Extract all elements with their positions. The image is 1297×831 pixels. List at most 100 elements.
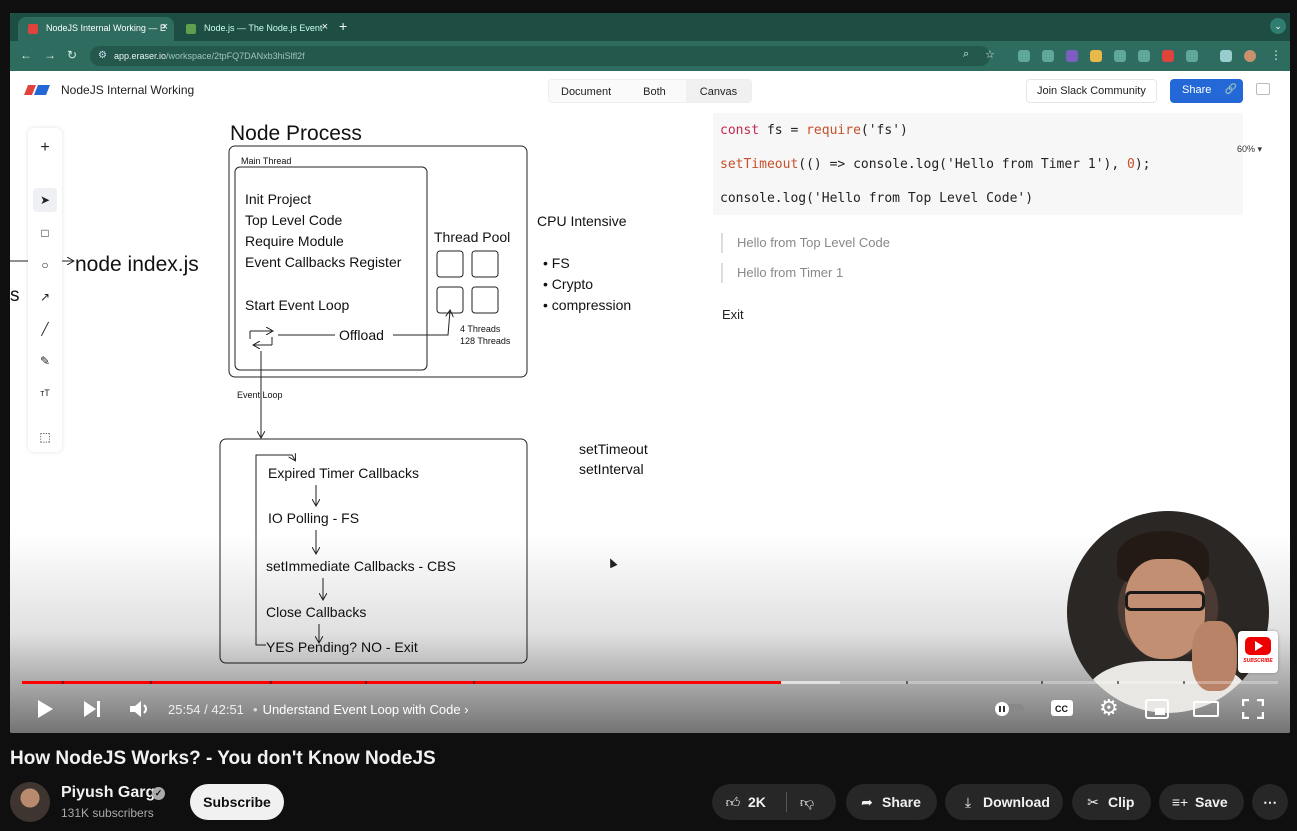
share-button[interactable]: ➦ Share (846, 784, 937, 820)
event-loop-phase: IO Polling - FS (268, 510, 359, 526)
comment-icon (1256, 83, 1270, 95)
puzzle-icon (1186, 50, 1198, 62)
event-loop-phase: setImmediate Callbacks - CBS (266, 558, 456, 574)
like-button[interactable]: 👍︎ 2K (724, 784, 766, 820)
download-button[interactable]: ⤓ Download (945, 784, 1063, 820)
code-text: (() => console.log('Hello from Timer 1')… (798, 157, 1128, 172)
chapter-title-button[interactable]: • Understand Event Loop with Code › (253, 702, 469, 717)
save-label: Save (1195, 794, 1228, 810)
join-slack-button: Join Slack Community (1026, 79, 1157, 103)
autoplay-toggle[interactable] (992, 701, 1026, 717)
main-thread-step: Event Callbacks Register (245, 254, 402, 270)
browser-tab-active: NodeJS Internal Working — E × (18, 17, 174, 41)
cut-off-text: s (10, 285, 20, 306)
back-icon: ← (20, 48, 32, 62)
code-keyword: const (720, 123, 760, 138)
clip-button[interactable]: ✂ Clip (1072, 784, 1151, 820)
chapter-marker (150, 681, 152, 684)
watermark-label: SUBSCRIBE (1243, 658, 1273, 664)
thread-box (471, 286, 499, 314)
video-player[interactable]: NodeJS Internal Working — E × Node.js — … (10, 13, 1290, 733)
kebab-menu-icon: ⋮ (1270, 48, 1282, 62)
close-icon: × (321, 21, 328, 33)
miniplayer-button[interactable] (1145, 699, 1169, 719)
code-line: const fs = require('fs') (720, 123, 908, 138)
chapter-marker (1183, 681, 1185, 684)
event-loop-phase: YES Pending? NO - Exit (266, 639, 418, 655)
main-thread-step: Top Level Code (245, 212, 343, 228)
profile-avatar-icon (1244, 50, 1256, 62)
view-mode-toggle: Document Both Canvas (548, 79, 753, 103)
thread-box (471, 250, 499, 278)
timer-note: setInterval (579, 461, 644, 477)
svg-text:CC: CC (1055, 704, 1068, 714)
time-display: 25:54 / 42:51 (168, 702, 244, 717)
zoom-value: 60% (1237, 144, 1256, 154)
rectangle-icon: □ (41, 226, 49, 240)
threads-max-label: 128 Threads (460, 336, 511, 346)
theater-mode-button[interactable] (1193, 701, 1219, 717)
browser-address-bar: ← → ↻ ⚙ app.eraser.io/workspace/2tpFQ7DA… (10, 41, 1290, 71)
forward-icon: → (44, 48, 56, 62)
eraser-canvas: Node Process Main Thread Init Project To… (10, 109, 710, 733)
webcam-glasses (1125, 591, 1205, 611)
settings-button[interactable]: ⚙ (1099, 695, 1119, 721)
eraser-logo-icon (24, 85, 50, 95)
output-line: Hello from Timer 1 (721, 263, 843, 283)
save-button[interactable]: ≡+ Save (1159, 784, 1244, 820)
timer-note: setTimeout (579, 441, 648, 457)
fullscreen-button[interactable] (1242, 699, 1264, 719)
extension-icon (1138, 50, 1150, 62)
main-thread-step: Init Project (245, 191, 311, 207)
volume-button[interactable] (129, 699, 151, 719)
channel-avatar[interactable] (10, 782, 50, 822)
cpu-item: • Crypto (543, 276, 593, 292)
youtube-logo-icon (1245, 637, 1271, 655)
thread-pool-title: Thread Pool (434, 229, 510, 245)
captions-button[interactable]: CC (1050, 699, 1074, 717)
extension-icon (1042, 50, 1054, 62)
add-icon: + (40, 139, 50, 156)
cpu-item: • compression (543, 297, 631, 313)
progress-bar[interactable] (22, 681, 1278, 684)
nodejs-favicon-icon (186, 24, 196, 34)
extension-icon (1066, 50, 1078, 62)
next-button[interactable] (82, 700, 102, 718)
code-function: setTimeout (720, 157, 799, 172)
node-process-title: Node Process (230, 122, 362, 145)
download-label: Download (983, 794, 1050, 810)
view-canvas-button: Canvas (685, 80, 752, 102)
like-count: 2K (748, 794, 766, 810)
eraser-share-label: Share (1182, 84, 1212, 96)
extension-icon (1018, 50, 1030, 62)
output-line: Hello from Top Level Code (721, 233, 890, 253)
chevron-right-icon: › (464, 702, 469, 717)
extension-icon (1090, 50, 1102, 62)
chapter-marker (62, 681, 64, 684)
thread-box (436, 250, 464, 278)
subscribe-button[interactable]: Subscribe (190, 784, 284, 820)
text-icon: ᴛT (40, 388, 50, 398)
dislike-button[interactable]: 👎︎ (798, 784, 822, 820)
subscribe-watermark[interactable]: SUBSCRIBE (1238, 631, 1278, 673)
chevron-down-icon: ⌄ (1270, 18, 1286, 34)
url-host: app.eraser.io (114, 51, 167, 61)
theater-icon (1193, 701, 1219, 717)
offload-arrow (393, 311, 450, 336)
url-field: ⚙ app.eraser.io/workspace/2tpFQ7DANxb3hi… (90, 46, 990, 66)
channel-name[interactable]: Piyush Garg (61, 784, 155, 802)
code-block: const fs = require('fs') setTimeout(() =… (713, 113, 1243, 215)
download-icon: ⤓ (964, 794, 972, 810)
more-actions-button[interactable]: ⋯ (1252, 784, 1288, 820)
canvas-toolbar: + ➤ □ ○ ↗ ╱ ✎ ᴛT ⬚ (28, 128, 62, 452)
extension-icon (1162, 50, 1174, 62)
start-event-loop-label: Start Event Loop (245, 297, 350, 313)
event-loop-phase: Expired Timer Callbacks (268, 465, 419, 481)
play-button[interactable] (36, 699, 54, 719)
line-icon: ╱ (41, 322, 49, 336)
extension-icon (1114, 50, 1126, 62)
eraser-header: NodeJS Internal Working Document Both Ca… (10, 71, 1290, 109)
view-document-button: Document (549, 80, 624, 102)
zoom-icon: ⌕ (963, 48, 970, 60)
next-icon (84, 701, 96, 717)
